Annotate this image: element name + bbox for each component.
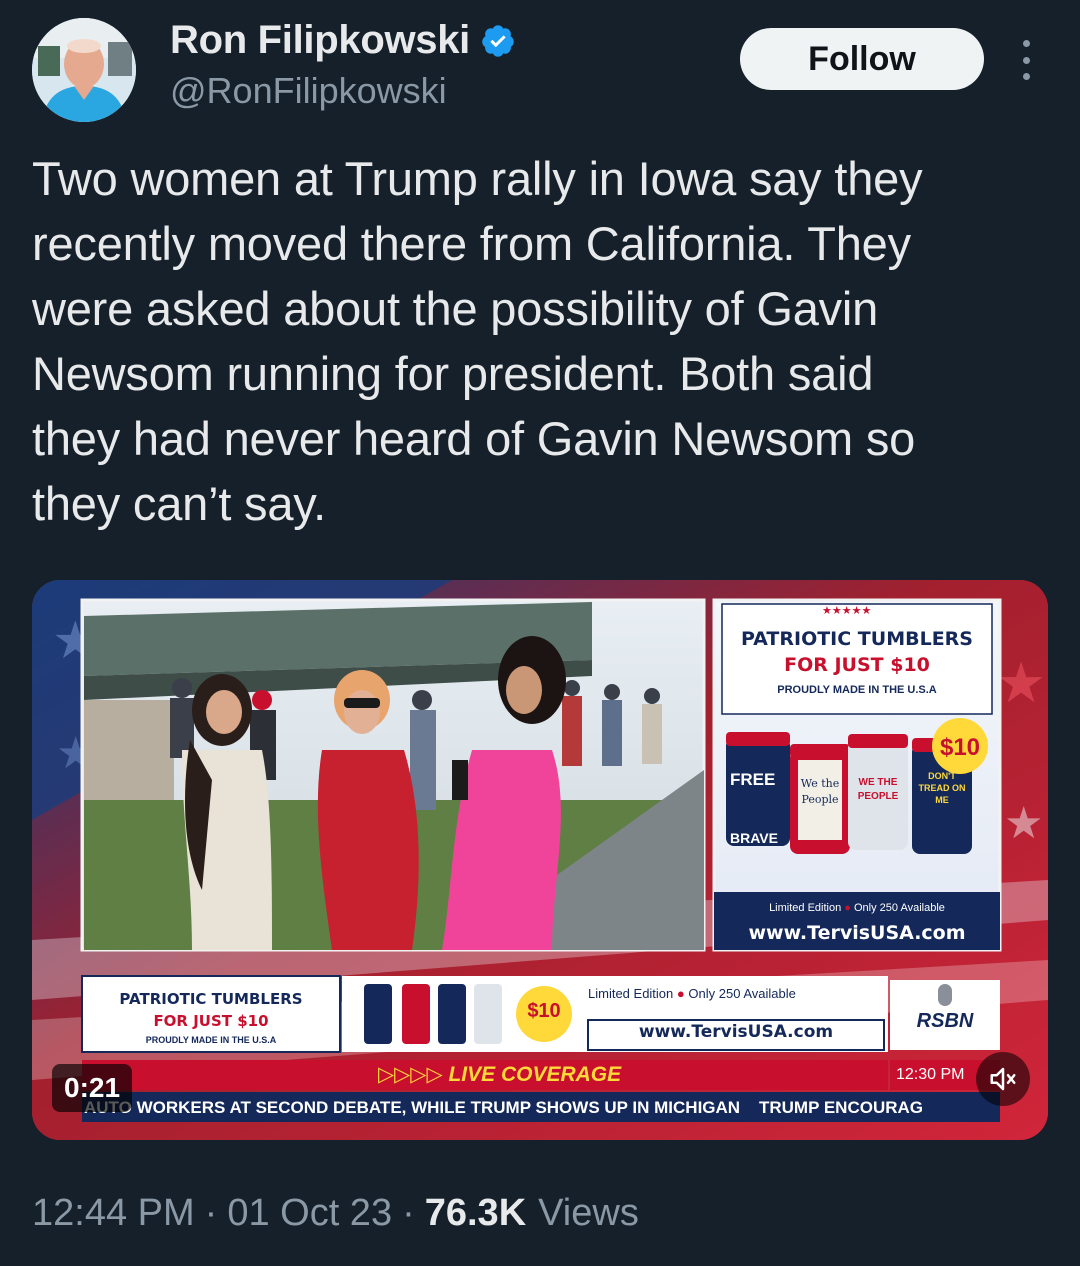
network-name: RSBN <box>916 1010 974 1032</box>
side-ad-price-line: FOR JUST $10 <box>784 654 930 676</box>
cup-label-we-the-people-2: WE THE PEOPLE <box>857 777 899 802</box>
side-ad-limited: Limited Edition ● Only 250 Available <box>769 902 945 914</box>
network-logo: RSBN <box>890 980 1000 1050</box>
bottom-ad-price-line: FOR JUST $10 <box>153 1012 269 1030</box>
side-ad-url: www.TervisUSA.com <box>748 922 966 944</box>
cup-label-free: FREE <box>730 770 776 789</box>
bottom-ad-limited: Limited Edition ● Only 250 Available <box>588 986 796 1001</box>
microphone-icon <box>938 984 952 1006</box>
author-name[interactable]: Ron Filipkowski <box>170 18 470 63</box>
broadcast-time: 12:30 PM <box>896 1066 965 1083</box>
side-ad-stars: ★★★★★ <box>822 605 872 617</box>
author-name-row[interactable]: Ron Filipkowski <box>170 18 516 63</box>
avatar[interactable] <box>32 18 136 122</box>
video-duration: 0:21 <box>52 1064 133 1112</box>
meta-separator: · <box>402 1192 415 1234</box>
meta-separator: · <box>204 1192 218 1234</box>
tweet-text: Two women at Trump rally in Iowa say the… <box>32 152 923 530</box>
views-count[interactable]: 76.3K <box>425 1192 526 1235</box>
tweet-time[interactable]: 12:44 PM <box>32 1192 195 1235</box>
cup-label-we-the-people: We the People <box>800 777 840 806</box>
side-ad-limited-label: Limited Edition <box>769 902 842 914</box>
video-player[interactable]: ★ ★ ★ ★ ★★★★★ PATRIOTIC TUMBLERS FOR JUS… <box>32 580 1048 1140</box>
views-label[interactable]: Views <box>538 1192 639 1235</box>
camera-feed <box>80 598 706 952</box>
side-ad-title: PATRIOTIC TUMBLERS <box>741 628 973 650</box>
svg-text:★: ★ <box>1004 799 1043 848</box>
verified-badge-icon <box>480 23 516 59</box>
bottom-ad-only-label: Only 250 Available <box>688 986 796 1001</box>
live-coverage-text: LIVE COVERAGE <box>448 1063 622 1086</box>
muted-speaker-icon <box>990 1067 1016 1091</box>
cup-label-dont-tread: DON'T TREAD ON ME <box>918 771 966 805</box>
bottom-ad-url: www.TervisUSA.com <box>638 1022 834 1042</box>
tweet-meta: 12:44 PM · 01 Oct 23 · 76.3K Views <box>32 1192 639 1235</box>
bottom-ad-title: PATRIOTIC TUMBLERS <box>119 990 303 1008</box>
cup-label-brave: BRAVE <box>730 830 778 846</box>
more-options-icon[interactable] <box>1014 40 1038 80</box>
bottom-ad-price-badge: $10 <box>527 1000 561 1022</box>
mute-toggle[interactable] <box>976 1052 1030 1106</box>
side-ad-price-badge: $10 <box>939 734 981 761</box>
bottom-ad-made-in: PROUDLY MADE IN THE U.S.A <box>145 1035 277 1045</box>
news-ticker: AUTO WORKERS AT SECOND DEBATE, WHILE TRU… <box>84 1098 924 1117</box>
live-coverage-label: ▷▷▷▷ LIVE COVERAGE <box>378 1063 622 1086</box>
follow-button[interactable]: Follow <box>740 28 984 90</box>
side-ad-made-in: PROUDLY MADE IN THE U.S.A <box>777 684 937 696</box>
bottom-ad-limited-label: Limited Edition <box>588 986 674 1001</box>
avatar-image <box>32 18 136 122</box>
side-ad-only-label: Only 250 Available <box>854 902 945 914</box>
svg-text:★: ★ <box>996 651 1046 714</box>
author-handle[interactable]: @RonFilipkowski <box>170 70 447 112</box>
tweet-date[interactable]: 01 Oct 23 <box>227 1192 392 1235</box>
